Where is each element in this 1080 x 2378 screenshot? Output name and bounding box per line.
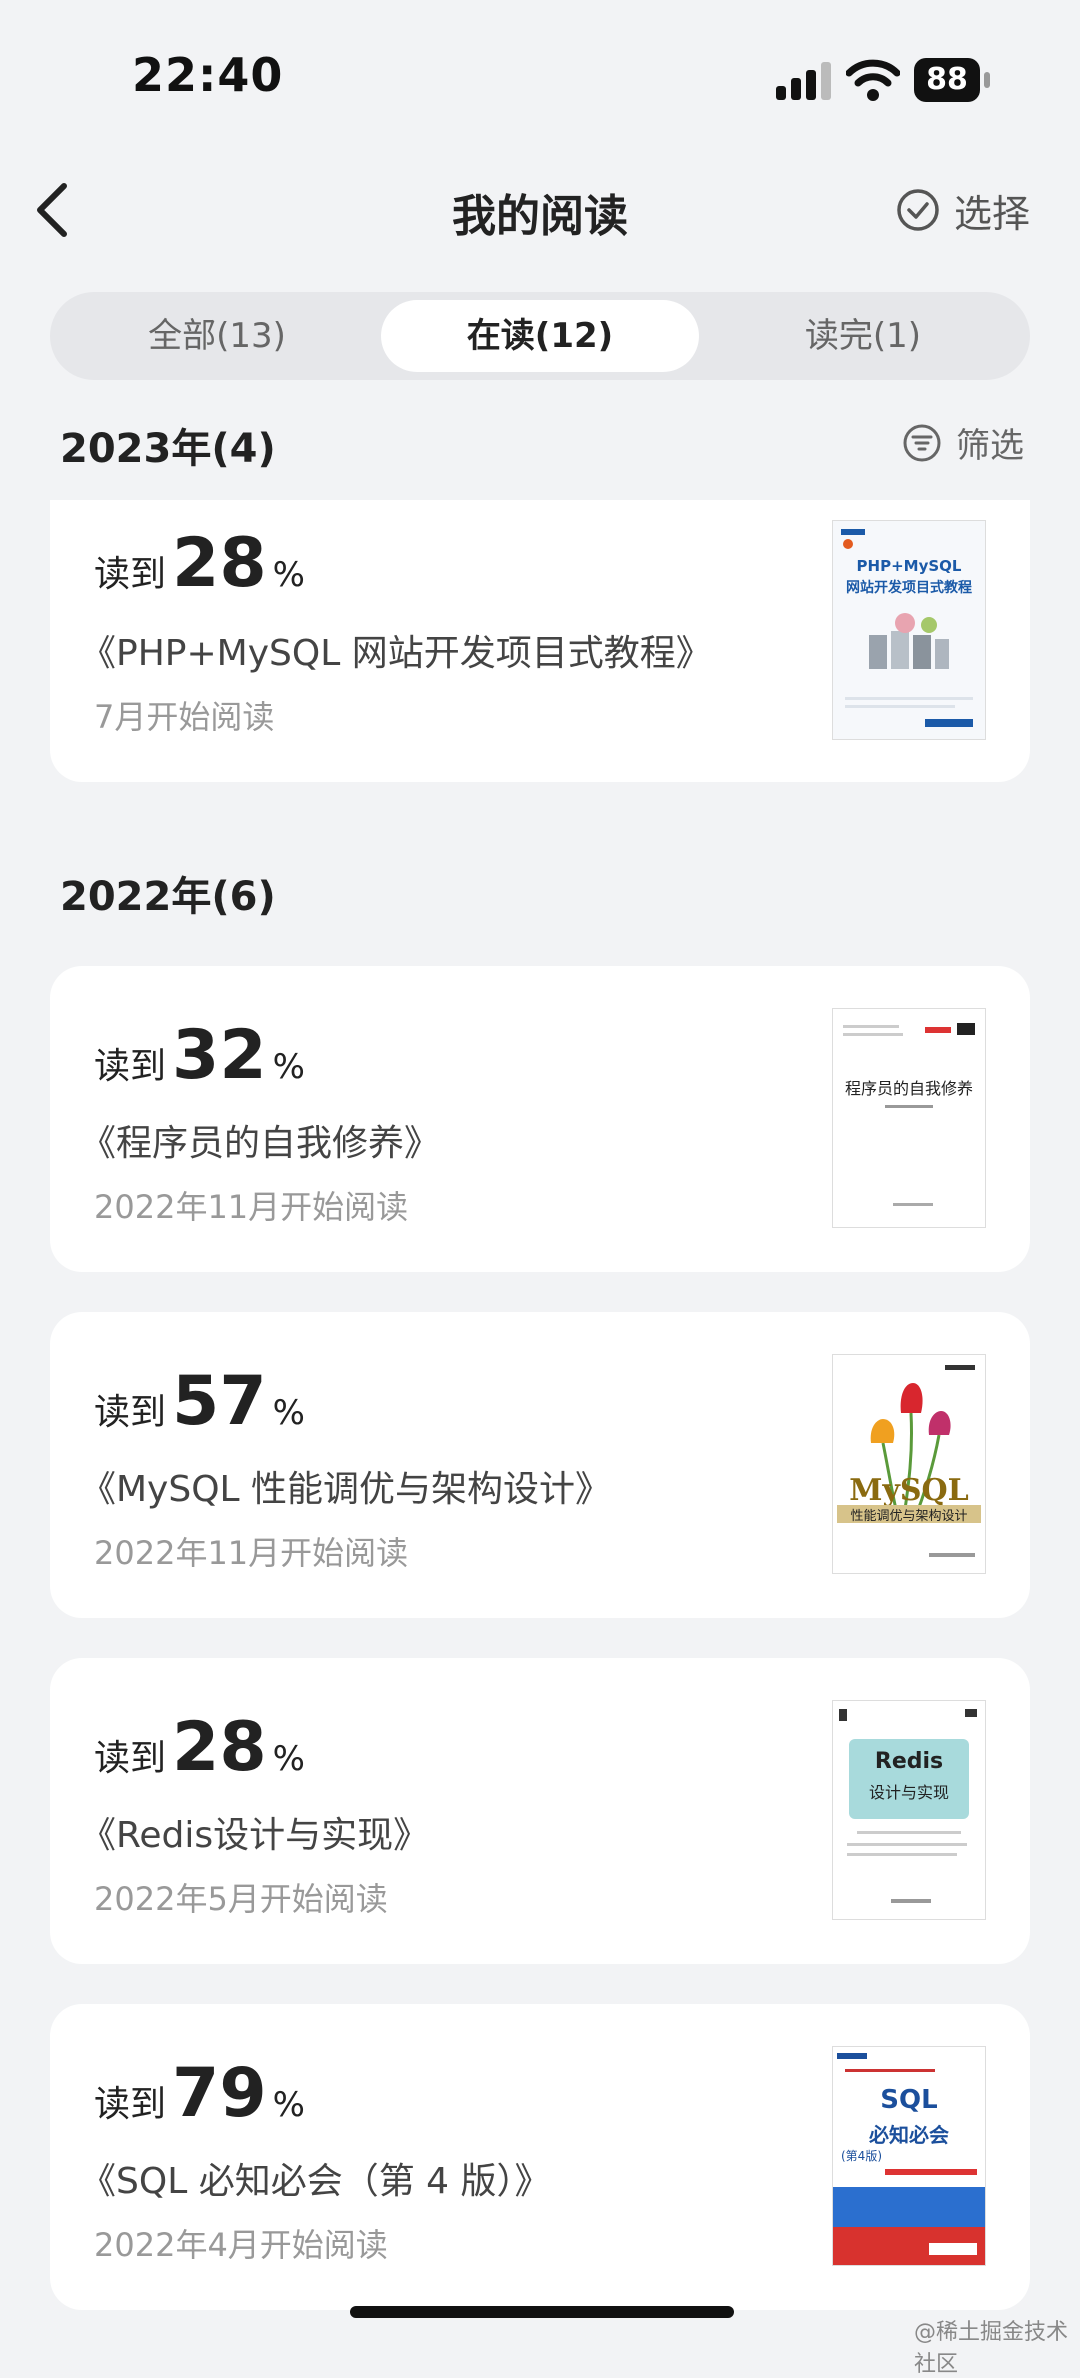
book-card[interactable]: 读到 32 % 《程序员的自我修养》 2022年11月开始阅读 程序员的自我修养 <box>50 966 1030 1272</box>
home-indicator <box>350 2306 734 2318</box>
status-time: 22:40 <box>132 48 284 102</box>
book-cover: SQL 必知必会 (第4版) <box>832 2046 986 2266</box>
cover-subtitle: 必知必会 <box>869 2123 949 2147</box>
book-cover: 程序员的自我修养 <box>832 1008 986 1228</box>
cover-title: 程序员的自我修养 <box>844 1079 973 1098</box>
read-progress: 读到 28 % <box>94 1708 305 1787</box>
battery-level: 88 <box>914 58 980 102</box>
read-prefix: 读到 <box>94 1046 167 1087</box>
read-progress: 读到 32 % <box>94 1016 305 1095</box>
progress-value: 79 <box>172 2054 267 2133</box>
battery-tip <box>984 72 990 88</box>
section-title-2022: 2022年(6) <box>60 874 276 920</box>
cover-title: SQL <box>880 2085 938 2115</box>
read-prefix: 读到 <box>94 2084 167 2125</box>
cover-title: MySQL <box>849 1473 969 1508</box>
progress-value: 57 <box>172 1362 267 1441</box>
cover-title: Redis <box>874 1749 944 1774</box>
select-button[interactable]: 选择 <box>896 180 1030 240</box>
wifi-icon <box>846 59 900 101</box>
battery-indicator: 88 <box>914 58 990 102</box>
read-progress: 读到 57 % <box>94 1362 305 1441</box>
percent-unit: % <box>272 1047 305 1087</box>
nav-bar: 我的阅读 选择 <box>0 170 1080 250</box>
book-title: 《MySQL 性能调优与架构设计》 <box>80 1469 612 1510</box>
tab-all[interactable]: 全部(13) <box>58 300 376 372</box>
cover-edition: (第4版) <box>841 2149 882 2163</box>
cover-title: PHP+MySQL <box>856 557 962 575</box>
reading-status-tabs: 全部(13) 在读(12) 读完(1) <box>50 292 1030 380</box>
filter-icon <box>903 424 941 461</box>
book-title: 《PHP+MySQL 网站开发项目式教程》 <box>80 633 712 674</box>
start-date: 2022年11月开始阅读 <box>94 1188 409 1226</box>
progress-value: 28 <box>172 524 267 603</box>
book-card[interactable]: 读到 28 % 《Redis设计与实现》 2022年5月开始阅读 Redis 设… <box>50 1658 1030 1964</box>
percent-unit: % <box>272 1739 305 1779</box>
progress-value: 32 <box>172 1016 267 1095</box>
book-cover: Redis 设计与实现 <box>832 1700 986 1920</box>
read-progress: 读到 28 % <box>94 524 305 603</box>
cover-subtitle: 性能调优与架构设计 <box>850 1509 968 1524</box>
percent-unit: % <box>272 555 305 595</box>
section-title-2023: 2023年(4) <box>60 426 276 472</box>
read-prefix: 读到 <box>94 1738 167 1779</box>
filter-button[interactable]: 筛选 <box>902 418 1024 467</box>
start-date: 2022年4月开始阅读 <box>94 2226 388 2264</box>
watermark: @稀土掘金技术社区 <box>914 2320 1069 2377</box>
filter-label: 筛选 <box>956 426 1024 466</box>
status-bar: 22:40 88 <box>0 0 1080 150</box>
tab-finished[interactable]: 读完(1) <box>704 300 1022 372</box>
book-title: 《SQL 必知必会（第 4 版）》 <box>80 2161 551 2202</box>
cover-subtitle: 网站开发项目式教程 <box>846 580 972 596</box>
read-prefix: 读到 <box>94 554 167 595</box>
cellular-signal-icon <box>776 62 831 100</box>
check-circle-icon <box>897 189 939 231</box>
book-card[interactable]: 读到 79 % 《SQL 必知必会（第 4 版）》 2022年4月开始阅读 SQ… <box>50 2004 1030 2310</box>
start-date: 2022年5月开始阅读 <box>94 1880 388 1918</box>
book-cover: MySQL 性能调优与架构设计 <box>832 1354 986 1574</box>
book-title: 《Redis设计与实现》 <box>80 1815 430 1856</box>
percent-unit: % <box>272 1393 305 1433</box>
select-label: 选择 <box>954 191 1031 236</box>
read-prefix: 读到 <box>94 1392 167 1433</box>
cover-subtitle: 设计与实现 <box>868 1783 949 1802</box>
book-card[interactable]: 读到 57 % 《MySQL 性能调优与架构设计》 2022年11月开始阅读 M… <box>50 1312 1030 1618</box>
book-card[interactable]: 读到 28 % 《PHP+MySQL 网站开发项目式教程》 7月开始阅读 PHP… <box>50 500 1030 782</box>
progress-value: 28 <box>172 1708 267 1787</box>
start-date: 2022年11月开始阅读 <box>94 1534 409 1572</box>
book-cover: PHP+MySQL 网站开发项目式教程 <box>832 520 986 740</box>
tab-reading[interactable]: 在读(12) <box>381 300 699 372</box>
percent-unit: % <box>272 2085 305 2125</box>
cover-illustration <box>869 613 949 669</box>
book-title: 《程序员的自我修养》 <box>80 1123 441 1164</box>
start-date: 7月开始阅读 <box>94 698 275 736</box>
read-progress: 读到 79 % <box>94 2054 305 2133</box>
